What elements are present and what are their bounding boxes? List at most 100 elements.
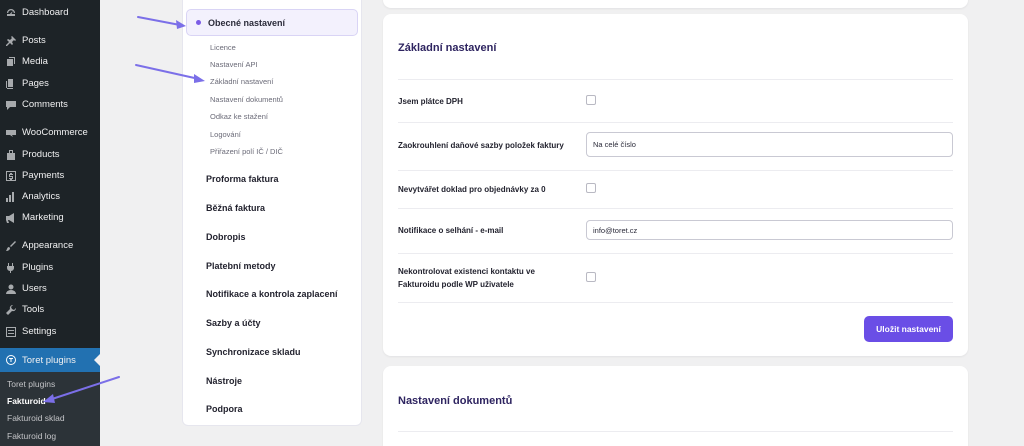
- menu-plugins-label: Plugins: [22, 262, 54, 273]
- submenu-fakturoid-log[interactable]: Fakturoid log: [7, 431, 56, 441]
- menu-products-label: Products: [22, 149, 60, 160]
- nav-sub-api-settings[interactable]: Nastavení API: [210, 60, 258, 69]
- nav-section-credit-note[interactable]: Dobropis: [206, 232, 246, 242]
- active-dot-icon: [196, 20, 201, 25]
- menu-settings[interactable]: Settings: [0, 321, 100, 342]
- menu-tools[interactable]: Tools: [0, 299, 100, 320]
- settings-icon: [6, 326, 16, 337]
- basic-settings-title: Základní nastavení: [398, 42, 497, 54]
- menu-analytics[interactable]: Analytics: [0, 186, 100, 207]
- document-settings-title: Nastavení dokumentů: [398, 395, 513, 407]
- menu-posts-label: Posts: [22, 35, 46, 46]
- pages-icon: [6, 78, 16, 89]
- divider: [398, 208, 953, 209]
- menu-media[interactable]: Media: [0, 51, 100, 72]
- divider: [398, 170, 953, 171]
- menu-users-label: Users: [22, 283, 47, 294]
- arrow-annotation-icon: [137, 16, 186, 29]
- woocommerce-icon: [6, 128, 16, 138]
- products-icon: [6, 149, 16, 160]
- no-doc-zero-checkbox[interactable]: [586, 183, 596, 193]
- arrow-annotation-icon: [43, 376, 120, 403]
- no-doc-zero-label: Nevytvářet doklad pro objednávky za 0: [398, 185, 546, 194]
- nav-section-support[interactable]: Podpora: [206, 404, 243, 414]
- dashboard-icon: [6, 8, 16, 18]
- menu-pages[interactable]: Pages: [0, 73, 100, 94]
- divider: [398, 302, 953, 303]
- menu-payments[interactable]: Payments: [0, 165, 100, 186]
- no-contact-check-label-line: Nekontrolovat existenci kontaktu ve: [398, 267, 535, 276]
- menu-media-label: Media: [22, 56, 48, 67]
- nav-section-stock-sync[interactable]: Synchronizace skladu: [206, 347, 301, 357]
- vat-payer-label: Jsem plátce DPH: [398, 97, 463, 106]
- nav-sub-basic-settings[interactable]: Základní nastavení: [210, 77, 273, 86]
- menu-payments-label: Payments: [22, 170, 65, 181]
- menu-posts[interactable]: Posts: [0, 30, 100, 51]
- divider: [398, 431, 953, 432]
- no-contact-check-label: Nekontrolovat existenci kontaktu ve Fakt…: [398, 265, 535, 291]
- submenu-fakturoid-sklad[interactable]: Fakturoid sklad: [7, 413, 65, 423]
- payments-icon: [6, 170, 16, 181]
- nav-item-general-settings[interactable]: Obecné nastavení: [186, 9, 358, 36]
- menu-appearance-label: Appearance: [22, 240, 74, 251]
- plug-icon: [6, 262, 16, 273]
- nav-section-invoice[interactable]: Běžná faktura: [206, 203, 265, 213]
- notify-email-label: Notifikace o selhání - e-mail: [398, 226, 504, 235]
- vat-payer-checkbox[interactable]: [586, 95, 596, 105]
- comment-icon: [6, 100, 16, 110]
- menu-marketing-label: Marketing: [22, 212, 64, 223]
- menu-comments[interactable]: Comments: [0, 94, 100, 115]
- nav-item-general-settings-label: Obecné nastavení: [208, 17, 286, 28]
- menu-woocommerce-label: WooCommerce: [22, 127, 88, 138]
- menu-users[interactable]: Users: [0, 278, 100, 299]
- menu-analytics-label: Analytics: [22, 191, 61, 202]
- settings-nav-card: Obecné nastavení Licence Nastavení API Z…: [182, 0, 362, 426]
- pin-icon: [6, 35, 16, 46]
- menu-toret-plugins-label: Toret plugins: [22, 354, 76, 366]
- menu-toret-plugins[interactable]: Toret plugins: [0, 348, 100, 372]
- nav-sub-download-link[interactable]: Odkaz ke stažení: [210, 112, 268, 121]
- document-settings-card: Nastavení dokumentů: [383, 366, 968, 446]
- nav-section-rates-accounts[interactable]: Sazby a účty: [206, 318, 261, 328]
- no-contact-check-checkbox[interactable]: [586, 272, 596, 282]
- nav-sub-logging[interactable]: Logování: [210, 130, 241, 139]
- nav-sub-ico-dic-mapping[interactable]: Přiřazení polí IČ / DIČ: [210, 147, 283, 156]
- menu-comments-label: Comments: [22, 99, 68, 110]
- nav-section-payment-methods[interactable]: Platební metody: [206, 261, 276, 271]
- brush-icon: [6, 240, 16, 251]
- menu-tools-label: Tools: [22, 304, 45, 315]
- menu-settings-label: Settings: [22, 326, 57, 337]
- divider: [398, 122, 953, 123]
- media-icon: [6, 56, 16, 67]
- nav-sub-licence[interactable]: Licence: [210, 43, 236, 52]
- rounding-label: Zaokrouhlení daňové sazby položek faktur…: [398, 141, 564, 150]
- basic-settings-card: Základní nastavení Jsem plátce DPH Zaokr…: [383, 14, 968, 356]
- notify-email-input[interactable]: info@toret.cz: [586, 220, 953, 240]
- divider: [398, 79, 953, 80]
- menu-dashboard[interactable]: Dashboard: [0, 2, 100, 23]
- wrench-icon: [6, 304, 16, 315]
- menu-dashboard-label: Dashboard: [22, 7, 69, 18]
- nav-sub-document-settings[interactable]: Nastavení dokumentů: [210, 95, 283, 104]
- notify-email-value: info@toret.cz: [593, 225, 638, 235]
- menu-marketing[interactable]: Marketing: [0, 207, 100, 228]
- analytics-icon: [6, 191, 16, 202]
- megaphone-icon: [6, 212, 16, 223]
- previous-settings-card: [383, 0, 968, 8]
- divider: [398, 253, 953, 254]
- nav-section-notifications[interactable]: Notifikace a kontrola zaplacení: [206, 289, 338, 299]
- rounding-select[interactable]: Na celé číslo: [586, 132, 953, 157]
- save-settings-button[interactable]: Uložit nastavení: [864, 316, 953, 342]
- menu-appearance[interactable]: Appearance: [0, 235, 100, 256]
- nav-section-proforma[interactable]: Proforma faktura: [206, 174, 279, 184]
- menu-pages-label: Pages: [22, 78, 49, 89]
- rounding-select-value: Na celé číslo: [593, 140, 636, 149]
- menu-plugins[interactable]: Plugins: [0, 257, 100, 278]
- no-contact-check-label-line: Fakturoidu podle WP uživatele: [398, 280, 514, 289]
- arrow-annotation-icon: [135, 64, 205, 83]
- users-icon: [6, 284, 16, 294]
- menu-woocommerce[interactable]: WooCommerce: [0, 122, 100, 143]
- nav-section-tools[interactable]: Nástroje: [206, 376, 242, 386]
- menu-products[interactable]: Products: [0, 144, 100, 165]
- toret-icon: [6, 355, 16, 365]
